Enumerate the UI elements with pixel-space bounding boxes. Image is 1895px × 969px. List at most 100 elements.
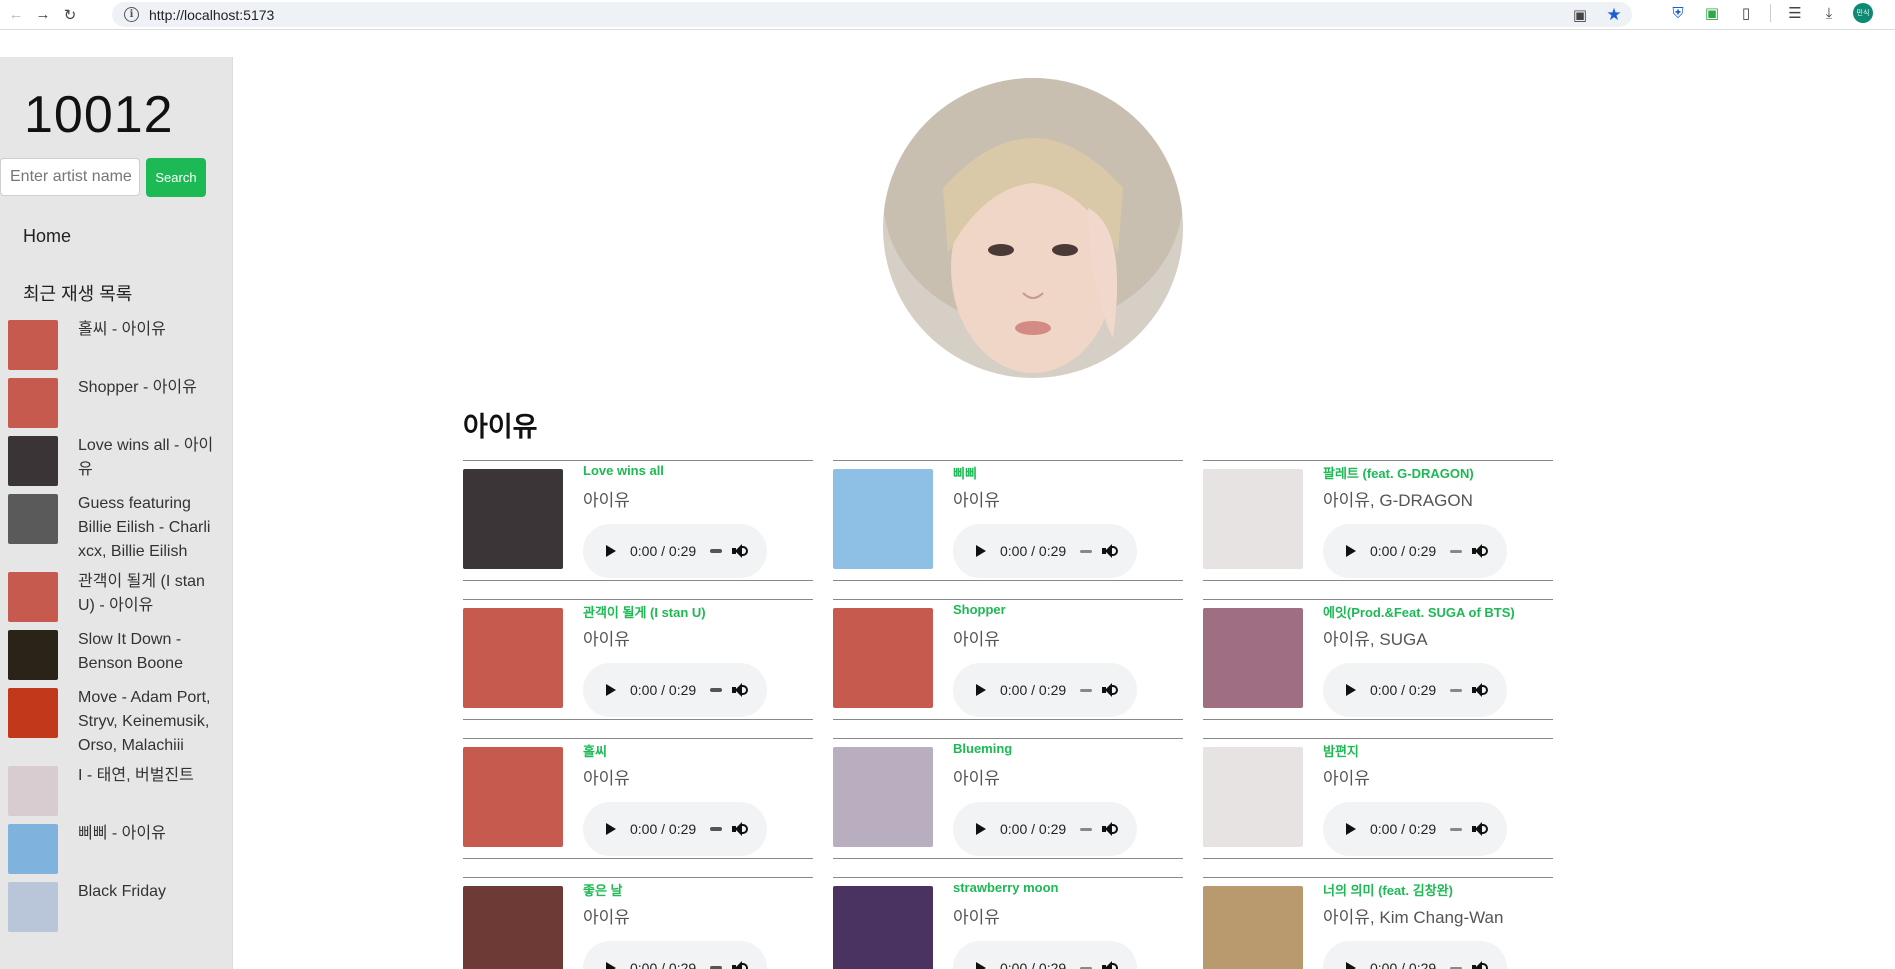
translate-icon[interactable]: ▣: [1570, 5, 1590, 25]
track-title[interactable]: 에잇(Prod.&Feat. SUGA of BTS): [1323, 602, 1515, 621]
volume-icon[interactable]: [732, 960, 749, 969]
audio-progress-bar[interactable]: [1450, 688, 1463, 692]
audio-player[interactable]: 0:00 / 0:29: [953, 941, 1137, 969]
play-icon[interactable]: [976, 962, 986, 969]
audio-player[interactable]: 0:00 / 0:29: [583, 663, 767, 717]
forward-icon[interactable]: →: [32, 4, 54, 26]
artist-search-input[interactable]: [0, 158, 140, 196]
recent-item[interactable]: Black Friday: [8, 882, 223, 932]
audio-player[interactable]: 0:00 / 0:29: [1323, 941, 1507, 969]
audio-player[interactable]: 0:00 / 0:29: [953, 663, 1137, 717]
track-title[interactable]: 홀씨: [583, 741, 607, 760]
track-title[interactable]: 밤편지: [1323, 741, 1359, 760]
download-icon[interactable]: ⤓: [1819, 3, 1839, 23]
audio-player[interactable]: 0:00 / 0:29: [953, 802, 1137, 856]
play-icon[interactable]: [976, 823, 986, 835]
recent-item[interactable]: Move - Adam Port, Stryv, Keinemusik, Ors…: [8, 688, 223, 758]
audio-progress-bar[interactable]: [1080, 688, 1093, 692]
audio-player[interactable]: 0:00 / 0:29: [583, 524, 767, 578]
extension-green-icon[interactable]: ▣: [1702, 3, 1722, 23]
volume-icon[interactable]: [732, 682, 749, 698]
volume-icon[interactable]: [732, 821, 749, 837]
bookmark-star-icon[interactable]: ★: [1604, 5, 1624, 25]
audio-player[interactable]: 0:00 / 0:29: [583, 802, 767, 856]
audio-progress-bar[interactable]: [1450, 827, 1463, 831]
play-icon[interactable]: [606, 684, 616, 696]
app-logo[interactable]: 10012: [24, 85, 174, 145]
play-icon[interactable]: [976, 545, 986, 557]
audio-player[interactable]: 0:00 / 0:29: [1323, 524, 1507, 578]
recent-thumbnail: [8, 824, 58, 874]
track-card: strawberry moon 아이유 0:00 / 0:29: [833, 877, 1183, 969]
play-icon[interactable]: [1346, 545, 1356, 557]
track-title[interactable]: 팔레트 (feat. G-DRAGON): [1323, 463, 1474, 482]
play-icon[interactable]: [976, 684, 986, 696]
recent-item[interactable]: 삐삐 - 아이유: [8, 824, 223, 874]
recent-item[interactable]: Shopper - 아이유: [8, 378, 223, 428]
extensions-puzzle-icon[interactable]: ▯: [1736, 3, 1756, 23]
track-card: 관객이 될게 (I stan U) 아이유 0:00 / 0:29: [463, 599, 813, 720]
audio-progress-bar[interactable]: [1080, 827, 1093, 831]
album-cover: [463, 608, 563, 708]
profile-avatar[interactable]: 민식: [1853, 3, 1873, 23]
track-title[interactable]: Shopper: [953, 602, 1006, 617]
recent-thumbnail: [8, 320, 58, 370]
volume-icon[interactable]: [1102, 821, 1119, 837]
audio-player[interactable]: 0:00 / 0:29: [583, 941, 767, 969]
recent-item[interactable]: 관객이 될게 (I stan U) - 아이유: [8, 572, 223, 622]
recent-item[interactable]: Love wins all - 아이유: [8, 436, 223, 486]
track-title[interactable]: 관객이 될게 (I stan U): [583, 602, 706, 621]
track-artist: 아이유, Kim Chang-Wan: [1323, 908, 1504, 927]
track-title[interactable]: 좋은 날: [583, 880, 623, 899]
volume-icon[interactable]: [1472, 960, 1489, 969]
audio-player[interactable]: 0:00 / 0:29: [1323, 802, 1507, 856]
play-icon[interactable]: [606, 545, 616, 557]
site-info-icon[interactable]: i: [124, 7, 139, 22]
track-title[interactable]: 너의 의미 (feat. 김창완): [1323, 880, 1453, 899]
home-link[interactable]: Home: [23, 226, 71, 247]
recent-item[interactable]: Guess featuring Billie Eilish - Charli x…: [8, 494, 223, 564]
back-icon[interactable]: ←: [5, 4, 27, 26]
album-cover: [463, 469, 563, 569]
search-bar: Search: [0, 158, 206, 197]
track-title[interactable]: Love wins all: [583, 463, 664, 478]
reload-icon[interactable]: ↻: [59, 4, 81, 26]
play-icon[interactable]: [1346, 962, 1356, 969]
audio-progress-bar[interactable]: [710, 827, 723, 831]
track-artist: 아이유: [583, 769, 630, 788]
audio-progress-bar[interactable]: [710, 688, 723, 692]
volume-icon[interactable]: [732, 543, 749, 559]
track-grid: Love wins all 아이유 0:00 / 0:29 삐삐 아이유 0:00 / 0…: [463, 460, 1553, 969]
url-text: http://localhost:5173: [149, 6, 275, 23]
play-icon[interactable]: [1346, 684, 1356, 696]
audio-player[interactable]: 0:00 / 0:29: [953, 524, 1137, 578]
search-button[interactable]: Search: [146, 158, 206, 197]
password-manager-icon[interactable]: ⛨: [1668, 3, 1688, 23]
recent-item[interactable]: 홀씨 - 아이유: [8, 320, 223, 370]
address-bar[interactable]: i http://localhost:5173 ▣ ★: [112, 2, 1632, 27]
recent-thumbnail: [8, 572, 58, 622]
audio-time: 0:00 / 0:29: [1370, 960, 1437, 969]
play-icon[interactable]: [1346, 823, 1356, 835]
album-cover: [463, 886, 563, 969]
track-card: 밤편지 아이유 0:00 / 0:29: [1203, 738, 1553, 859]
volume-icon[interactable]: [1102, 682, 1119, 698]
volume-icon[interactable]: [1102, 960, 1119, 969]
track-title[interactable]: 삐삐: [953, 463, 977, 482]
track-title[interactable]: Blueming: [953, 741, 1012, 756]
recent-item[interactable]: Slow It Down - Benson Boone: [8, 630, 223, 680]
volume-icon[interactable]: [1102, 543, 1119, 559]
play-icon[interactable]: [606, 823, 616, 835]
reading-list-icon[interactable]: ☰: [1785, 3, 1805, 23]
volume-icon[interactable]: [1472, 543, 1489, 559]
volume-icon[interactable]: [1472, 821, 1489, 837]
volume-icon[interactable]: [1472, 682, 1489, 698]
play-icon[interactable]: [606, 962, 616, 969]
main-content: 아이유 Love wins all 아이유 0:00 / 0:29 삐삐 아이유 0:00…: [234, 31, 1895, 969]
recent-item[interactable]: I - 태연, 버벌진트: [8, 766, 223, 816]
track-title[interactable]: strawberry moon: [953, 880, 1058, 895]
audio-progress-bar[interactable]: [1080, 549, 1093, 553]
audio-progress-bar[interactable]: [710, 549, 723, 553]
audio-player[interactable]: 0:00 / 0:29: [1323, 663, 1507, 717]
audio-progress-bar[interactable]: [1450, 549, 1463, 553]
